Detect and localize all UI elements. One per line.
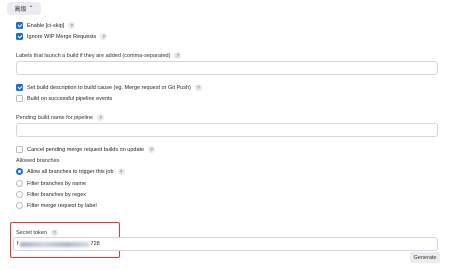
allowed-branches-heading: Allowed branches: [16, 158, 60, 164]
radio-row-filter-name: Filter branches by name: [16, 180, 86, 187]
collapse-advanced-button[interactable]: 高级 ⌃: [7, 2, 41, 15]
cancel-pending-label: Cancel pending merge request builds on u…: [27, 146, 145, 153]
build-on-success-row: Build on successful pipeline events: [16, 95, 112, 102]
build-on-success-checkbox[interactable]: [16, 95, 23, 102]
redacted-token: [19, 241, 90, 247]
help-icon[interactable]: ?: [148, 146, 156, 153]
set-description-label: Set build description to build cause (eg…: [27, 84, 191, 91]
build-on-success-label: Build on successful pipeline events: [27, 95, 113, 102]
collapse-label: 高级: [14, 7, 27, 13]
help-icon[interactable]: ?: [117, 168, 125, 175]
help-icon[interactable]: ?: [194, 84, 202, 91]
ignore-wip-row: Ignore WIP Merge Requests ?: [16, 33, 108, 40]
filter-by-regex-label: Filter branches by regex: [27, 191, 86, 198]
secret-token-prefix: f: [17, 241, 19, 247]
pending-name-input[interactable]: [16, 123, 438, 137]
secret-token-suffix: 728: [90, 241, 100, 247]
pending-name-header: Pending build name for pipeline ?: [16, 114, 105, 121]
chevron-up-icon: ⌃: [28, 6, 34, 12]
ignore-wip-checkbox[interactable]: [16, 33, 23, 40]
radio-row-filter-regex: Filter branches by regex: [16, 191, 86, 198]
filter-by-name-radio[interactable]: [16, 180, 23, 187]
secret-token-header: Secret token ?: [16, 229, 58, 236]
help-icon[interactable]: ?: [97, 114, 105, 121]
pending-name-label: Pending build name for pipeline: [16, 114, 94, 121]
help-icon[interactable]: ?: [100, 33, 108, 40]
filter-by-name-label: Filter branches by name: [27, 180, 86, 187]
filter-by-label-label: Filter merge request by label: [27, 202, 97, 209]
filter-by-label-radio[interactable]: [16, 202, 23, 209]
cancel-pending-row: Cancel pending merge request builds on u…: [16, 146, 156, 153]
labels-field-label: Labels that launch a build if they are a…: [16, 52, 171, 59]
radio-row-filter-label: Filter merge request by label: [16, 202, 97, 209]
set-description-row: Set build description to build cause (eg…: [16, 84, 202, 91]
generate-button[interactable]: Generate: [410, 252, 440, 263]
cancel-pending-checkbox[interactable]: [16, 146, 23, 153]
enable-ci-skip-label: Enable [ci-skip]: [27, 22, 65, 29]
help-icon[interactable]: ?: [68, 22, 76, 29]
ignore-wip-label: Ignore WIP Merge Requests: [27, 33, 97, 40]
help-icon[interactable]: ?: [174, 52, 182, 59]
allow-all-label: Allow all branches to trigger this job: [27, 168, 114, 175]
labels-input[interactable]: [16, 61, 438, 75]
enable-ci-skip-row: Enable [ci-skip] ?: [16, 22, 76, 29]
labels-field-header: Labels that launch a build if they are a…: [16, 52, 182, 59]
secret-token-input[interactable]: f 728: [13, 237, 438, 251]
filter-by-regex-radio[interactable]: [16, 191, 23, 198]
radio-row-allow-all: Allow all branches to trigger this job ?: [16, 168, 125, 175]
allow-all-radio[interactable]: [16, 168, 23, 175]
set-description-checkbox[interactable]: [16, 84, 23, 91]
enable-ci-skip-checkbox[interactable]: [16, 22, 23, 29]
secret-token-label: Secret token: [16, 229, 47, 236]
help-icon[interactable]: ?: [50, 229, 58, 236]
